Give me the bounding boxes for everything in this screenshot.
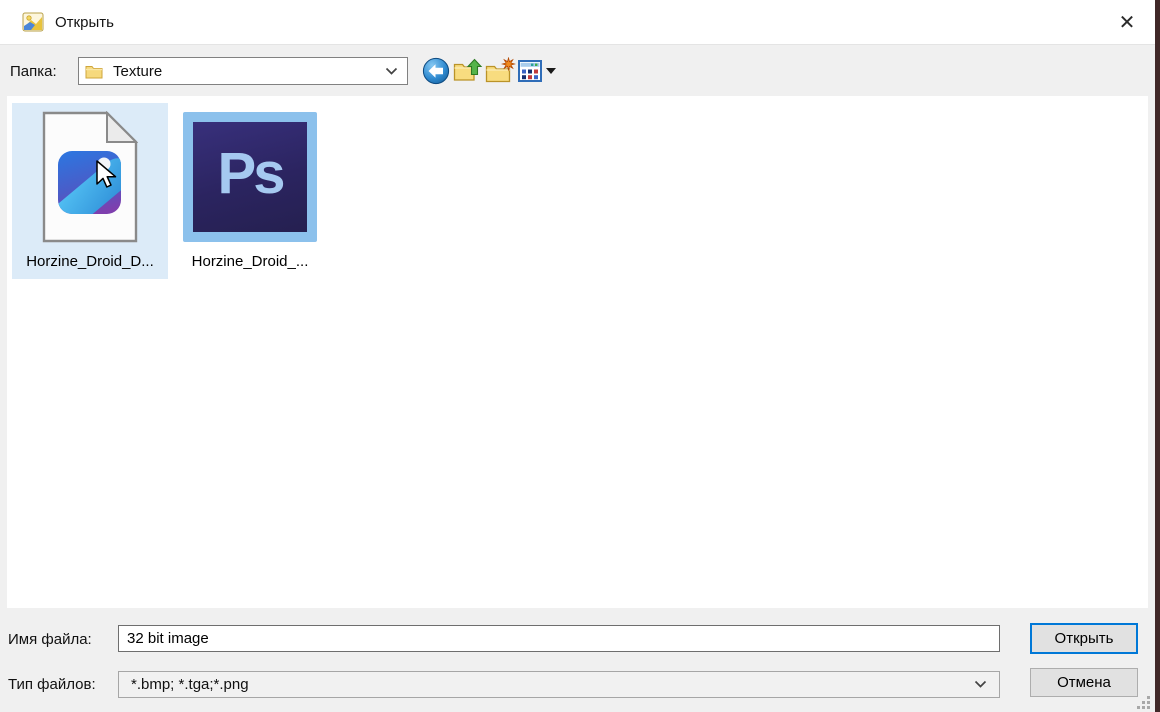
folder-up-icon bbox=[453, 58, 483, 81]
new-folder-icon bbox=[485, 57, 516, 83]
chevron-down-icon bbox=[385, 67, 398, 75]
filetype-value: *.bmp; *.tga;*.png bbox=[131, 676, 249, 693]
folder-combobox[interactable]: Texture bbox=[78, 57, 408, 85]
app-icon bbox=[22, 12, 44, 32]
image-file-icon bbox=[42, 103, 138, 251]
back-button[interactable] bbox=[420, 55, 452, 87]
cancel-button[interactable]: Отмена bbox=[1030, 668, 1138, 697]
filetype-combobox[interactable]: *.bmp; *.tga;*.png bbox=[118, 671, 1000, 698]
photoshop-file-icon: Ps bbox=[183, 112, 317, 242]
open-button[interactable]: Открыть bbox=[1030, 623, 1138, 654]
dropdown-caret-icon bbox=[546, 68, 556, 74]
new-folder-button[interactable] bbox=[484, 55, 516, 87]
filename-label: Имя файла: bbox=[8, 631, 92, 648]
file-name-label: Horzine_Droid_... bbox=[191, 253, 309, 270]
folder-label: Папка: bbox=[10, 62, 57, 80]
folder-icon bbox=[85, 63, 103, 79]
toolbar-buttons bbox=[420, 55, 558, 87]
mouse-cursor-icon bbox=[96, 160, 117, 188]
title-bar: Открыть ✕ bbox=[0, 0, 1155, 45]
background-edge bbox=[1155, 0, 1160, 712]
close-icon: ✕ bbox=[1118, 11, 1136, 34]
open-dialog: Открыть ✕ Папка: Texture Horzine_Droid_D… bbox=[0, 0, 1155, 712]
file-item-image[interactable]: Horzine_Droid_D... bbox=[12, 103, 168, 279]
view-grid-icon bbox=[518, 60, 542, 82]
filename-input[interactable] bbox=[118, 625, 1000, 652]
close-button[interactable]: ✕ bbox=[1109, 6, 1145, 38]
ps-badge: Ps bbox=[217, 141, 286, 206]
toolbar: Папка: Texture bbox=[0, 46, 1155, 96]
up-one-level-button[interactable] bbox=[452, 55, 484, 87]
file-name-label: Horzine_Droid_D... bbox=[26, 253, 154, 270]
file-list: Horzine_Droid_D... Ps Horzine_Droid_... bbox=[7, 96, 1148, 608]
dialog-title: Открыть bbox=[55, 13, 114, 31]
folder-value: Texture bbox=[113, 62, 163, 80]
file-item-photoshop[interactable]: Ps Horzine_Droid_... bbox=[180, 103, 320, 279]
resize-grip[interactable] bbox=[1136, 695, 1152, 710]
view-menu-button[interactable] bbox=[516, 55, 558, 87]
back-arrow-circle-icon bbox=[422, 57, 450, 85]
filetype-label: Тип файлов: bbox=[8, 676, 96, 693]
chevron-down-icon bbox=[974, 680, 987, 688]
